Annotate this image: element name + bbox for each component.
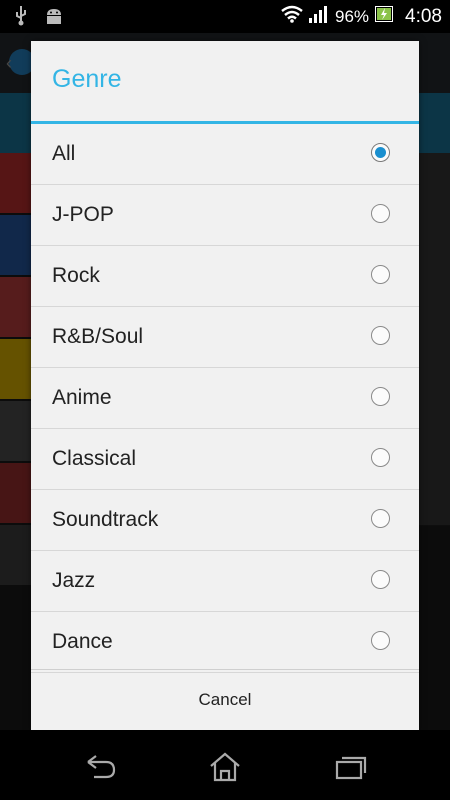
usb-icon [14, 6, 28, 31]
genre-dialog: Genre All J-POP Rock R&B/Soul Anime Clas… [31, 41, 419, 730]
radio-button[interactable] [371, 631, 390, 650]
genre-options-list[interactable]: All J-POP Rock R&B/Soul Anime Classical … [31, 124, 419, 709]
genre-option-all[interactable]: All [31, 124, 419, 185]
android-debug-icon [44, 6, 64, 31]
option-label: All [52, 142, 76, 165]
option-label: J-POP [52, 203, 114, 226]
radio-button-checked[interactable] [371, 143, 390, 162]
dialog-title: Genre [52, 65, 122, 93]
genre-option-anime[interactable]: Anime [31, 368, 419, 429]
option-label: R&B/Soul [52, 325, 144, 348]
option-label: Jazz [52, 569, 96, 592]
radio-button[interactable] [371, 265, 390, 284]
genre-option-dance[interactable]: Dance [31, 612, 419, 673]
battery-percent: 96% [334, 6, 370, 26]
radio-button[interactable] [371, 448, 390, 467]
genre-option-jazz[interactable]: Jazz [31, 551, 419, 612]
home-icon[interactable] [208, 752, 248, 782]
genre-option-rnb-soul[interactable]: R&B/Soul [31, 307, 419, 368]
signal-icon [308, 5, 329, 28]
cancel-button[interactable]: Cancel [31, 670, 419, 730]
option-label: Dance [52, 630, 113, 653]
genre-option-rock[interactable]: Rock [31, 246, 419, 307]
wifi-icon [281, 5, 303, 28]
navigation-bar [0, 730, 450, 800]
option-label: Soundtrack [52, 508, 159, 531]
recent-apps-icon[interactable] [334, 752, 374, 782]
option-label: Rock [52, 264, 100, 287]
back-icon[interactable] [82, 752, 122, 782]
genre-option-jpop[interactable]: J-POP [31, 185, 419, 246]
battery-charging-icon [375, 6, 394, 27]
radio-button[interactable] [371, 570, 390, 589]
option-label: Classical [52, 447, 137, 470]
genre-option-classical[interactable]: Classical [31, 429, 419, 490]
radio-button[interactable] [371, 326, 390, 345]
option-label: Anime [52, 386, 112, 409]
radio-button[interactable] [371, 204, 390, 223]
status-bar: 96% 4:08 [0, 0, 450, 33]
radio-button[interactable] [371, 509, 390, 528]
genre-option-soundtrack[interactable]: Soundtrack [31, 490, 419, 551]
radio-button[interactable] [371, 387, 390, 406]
clock: 4:08 [405, 5, 442, 27]
